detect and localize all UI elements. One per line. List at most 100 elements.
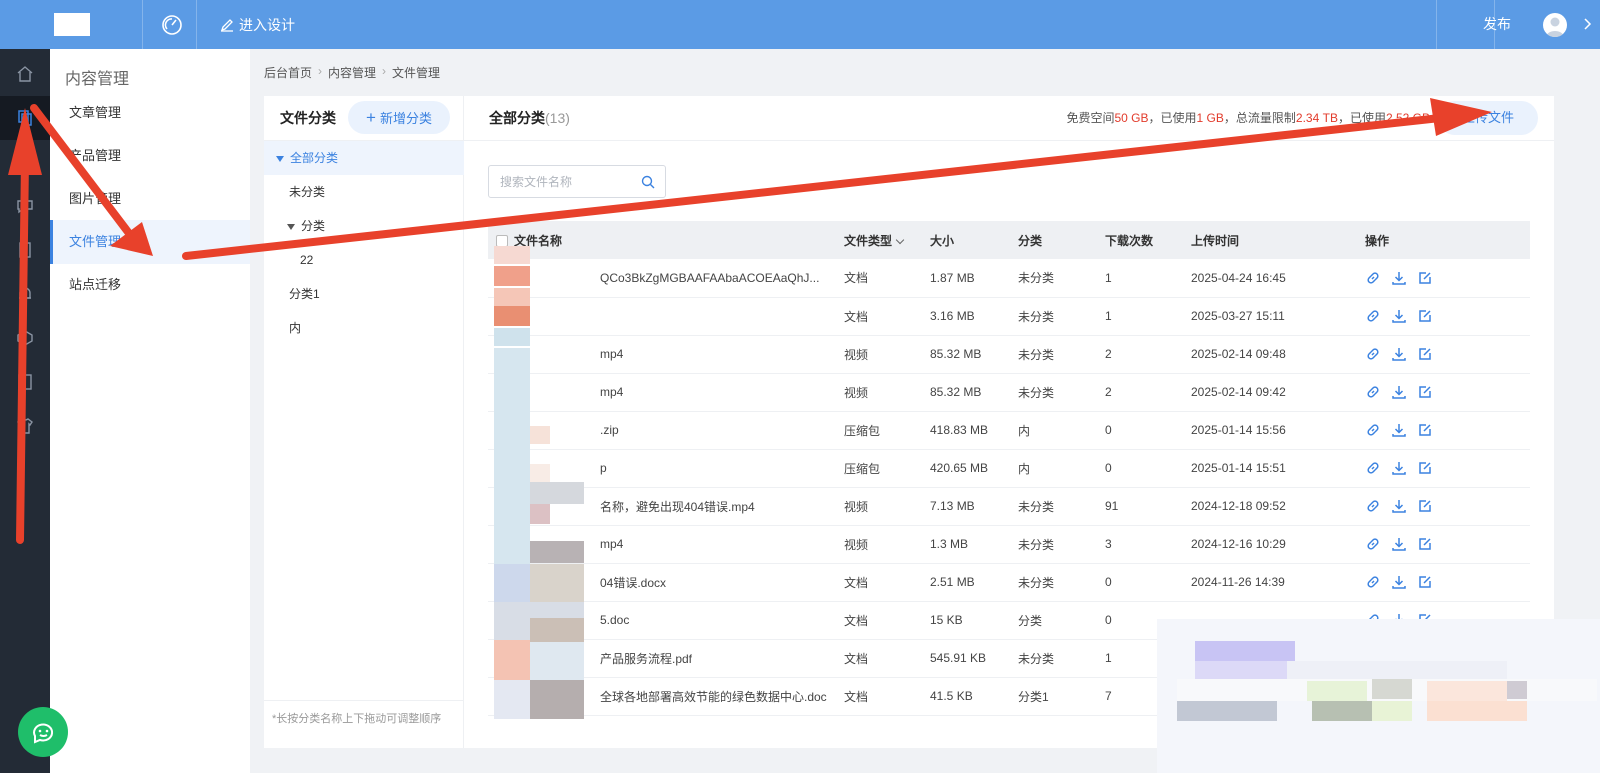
file-name[interactable]: 04错误.docx — [600, 576, 666, 590]
table-row[interactable]: mp4 视频 85.32 MB 未分类 2 2025-02-14 09:48 — [488, 335, 1530, 374]
rail-settings[interactable] — [0, 140, 50, 184]
download-icon[interactable] — [1391, 422, 1407, 438]
chevron-right-icon[interactable] — [1582, 18, 1592, 30]
rail-messages[interactable] — [0, 184, 50, 228]
subnav-item-migration[interactable]: 站点迁移 — [50, 263, 250, 307]
link-icon[interactable] — [1365, 270, 1381, 286]
subnav-item-products[interactable]: 产品管理 — [50, 134, 250, 178]
top-divider — [196, 0, 197, 49]
upload-time-cell: 2024-12-16 10:29 — [1191, 525, 1365, 564]
category-uncategorized[interactable]: 未分类 — [264, 175, 464, 209]
edit-icon[interactable] — [1417, 384, 1433, 400]
file-name[interactable]: 5.doc — [600, 613, 629, 627]
link-icon[interactable] — [1365, 422, 1381, 438]
link-icon[interactable] — [1365, 574, 1381, 590]
file-name[interactable]: 名称，避免出现404错误.mp4 — [600, 500, 755, 514]
user-avatar[interactable] — [1543, 13, 1567, 37]
download-icon[interactable] — [1391, 346, 1407, 362]
file-name[interactable]: mp4 — [600, 347, 623, 361]
category-label: 分类 — [301, 219, 326, 233]
file-category-cell: 未分类 — [1018, 639, 1105, 678]
download-icon[interactable] — [1391, 308, 1407, 324]
file-name[interactable]: mp4 — [600, 385, 623, 399]
actions-cell — [1365, 335, 1530, 374]
file-name[interactable]: 全球各地部署高效节能的绿色数据中心.doc — [600, 690, 827, 704]
upload-time-cell: 2025-04-24 16:45 — [1191, 259, 1365, 298]
add-category-button[interactable]: + 新增分类 — [348, 101, 450, 134]
link-icon[interactable] — [1365, 308, 1381, 324]
rail-home[interactable] — [0, 52, 50, 96]
table-header-row: 文件名称 文件类型 大小 分类 下载次数 上传时间 操作 — [488, 221, 1530, 259]
download-count-cell: 2 — [1105, 335, 1191, 374]
download-icon[interactable] — [1391, 270, 1407, 286]
link-icon[interactable] — [1365, 460, 1381, 476]
upload-file-button[interactable]: 上传文件 — [1438, 101, 1538, 135]
edit-icon[interactable] — [1417, 460, 1433, 476]
search-input[interactable] — [489, 166, 629, 197]
download-icon[interactable] — [1391, 536, 1407, 552]
publish-button[interactable]: 发布 — [1463, 0, 1531, 49]
link-icon[interactable] — [1365, 536, 1381, 552]
edit-icon[interactable] — [1417, 308, 1433, 324]
quota-free-value: 50 GB — [1114, 111, 1149, 125]
site-logo[interactable] — [54, 13, 90, 36]
add-category-label: 新增分类 — [379, 111, 432, 126]
edit-icon[interactable] — [1417, 270, 1433, 286]
breadcrumb-content[interactable]: 内容管理 — [328, 64, 376, 81]
category-group[interactable]: 分类 — [264, 209, 464, 243]
category-all[interactable]: 全部分类 — [264, 141, 464, 175]
table-row[interactable]: mp4 视频 1.3 MB 未分类 3 2024-12-16 10:29 — [488, 525, 1530, 564]
category-22[interactable]: 22 — [264, 243, 464, 277]
chevron-down-icon — [895, 235, 905, 244]
customer-service-button[interactable] — [18, 707, 68, 757]
category-inner[interactable]: 内 — [264, 311, 464, 345]
breadcrumb-home[interactable]: 后台首页 — [264, 64, 312, 81]
category-1[interactable]: 分类1 — [264, 277, 464, 311]
table-row[interactable]: 名称，避免出现404错误.mp4 视频 7.13 MB 未分类 91 2024-12-18… — [488, 487, 1530, 526]
edit-icon[interactable] — [1417, 498, 1433, 514]
search-icon[interactable] — [641, 175, 655, 189]
file-name[interactable]: QCo3BkZgMGBAAFAAbaACOEAaQhJ... — [600, 271, 819, 285]
col-header-type[interactable]: 文件类型 — [844, 221, 930, 259]
rail-form[interactable] — [0, 228, 50, 272]
table-row[interactable]: 文档 3.16 MB 未分类 1 2025-03-27 15:11 — [488, 297, 1530, 336]
table-row[interactable]: 04错误.docx 文档 2.51 MB 未分类 0 2024-11-26 14:39 — [488, 563, 1530, 602]
rail-plugins[interactable] — [0, 316, 50, 360]
download-icon[interactable] — [1391, 498, 1407, 514]
download-icon[interactable] — [1391, 574, 1407, 590]
rail-shop[interactable] — [0, 404, 50, 448]
edit-icon[interactable] — [1417, 422, 1433, 438]
download-icon[interactable] — [1391, 460, 1407, 476]
subnav-item-articles[interactable]: 文章管理 — [50, 91, 250, 135]
files-header: 全部分类(13) 免费空间50 GB，已使用1 GB，总流量限制2.34 TB，… — [464, 96, 1554, 141]
download-icon[interactable] — [1391, 384, 1407, 400]
link-icon[interactable] — [1365, 346, 1381, 362]
table-row[interactable]: QCo3BkZgMGBAAFAAbaACOEAaQhJ... 文档 1.87 MB 未… — [488, 259, 1530, 298]
table-row[interactable]: p 压缩包 420.65 MB 内 0 2025-01-14 15:51 — [488, 449, 1530, 488]
quota-used-value: 1 GB — [1196, 111, 1224, 125]
file-type-cell: 视频 — [844, 525, 930, 564]
subnav-item-files[interactable]: 文件管理 — [50, 220, 250, 264]
table-row[interactable]: mp4 视频 85.32 MB 未分类 2 2025-02-14 09:42 — [488, 373, 1530, 412]
edit-icon[interactable] — [1417, 536, 1433, 552]
edit-icon[interactable] — [1417, 574, 1433, 590]
quota-free-label: 免费空间 — [1066, 111, 1115, 125]
file-type-cell: 文档 — [844, 563, 930, 602]
dashboard-icon[interactable] — [160, 13, 184, 37]
rail-notify[interactable] — [0, 272, 50, 316]
actions-cell — [1365, 449, 1530, 488]
quota-used-label: ，已使用 — [1148, 111, 1197, 125]
table-row[interactable]: .zip 压缩包 418.83 MB 内 0 2025-01-14 15:56 — [488, 411, 1530, 450]
file-name[interactable]: p — [600, 461, 607, 475]
enter-design-button[interactable]: 进入设计 — [220, 0, 295, 49]
rail-book[interactable] — [0, 360, 50, 404]
subnav-item-images[interactable]: 图片管理 — [50, 177, 250, 221]
link-icon[interactable] — [1365, 384, 1381, 400]
rail-content[interactable] — [0, 96, 50, 140]
file-name[interactable]: .zip — [600, 423, 619, 437]
file-name[interactable]: 产品服务流程.pdf — [600, 652, 692, 666]
edit-icon[interactable] — [1417, 346, 1433, 362]
link-icon[interactable] — [1365, 498, 1381, 514]
caret-down-icon — [276, 155, 284, 162]
file-name[interactable]: mp4 — [600, 537, 623, 551]
